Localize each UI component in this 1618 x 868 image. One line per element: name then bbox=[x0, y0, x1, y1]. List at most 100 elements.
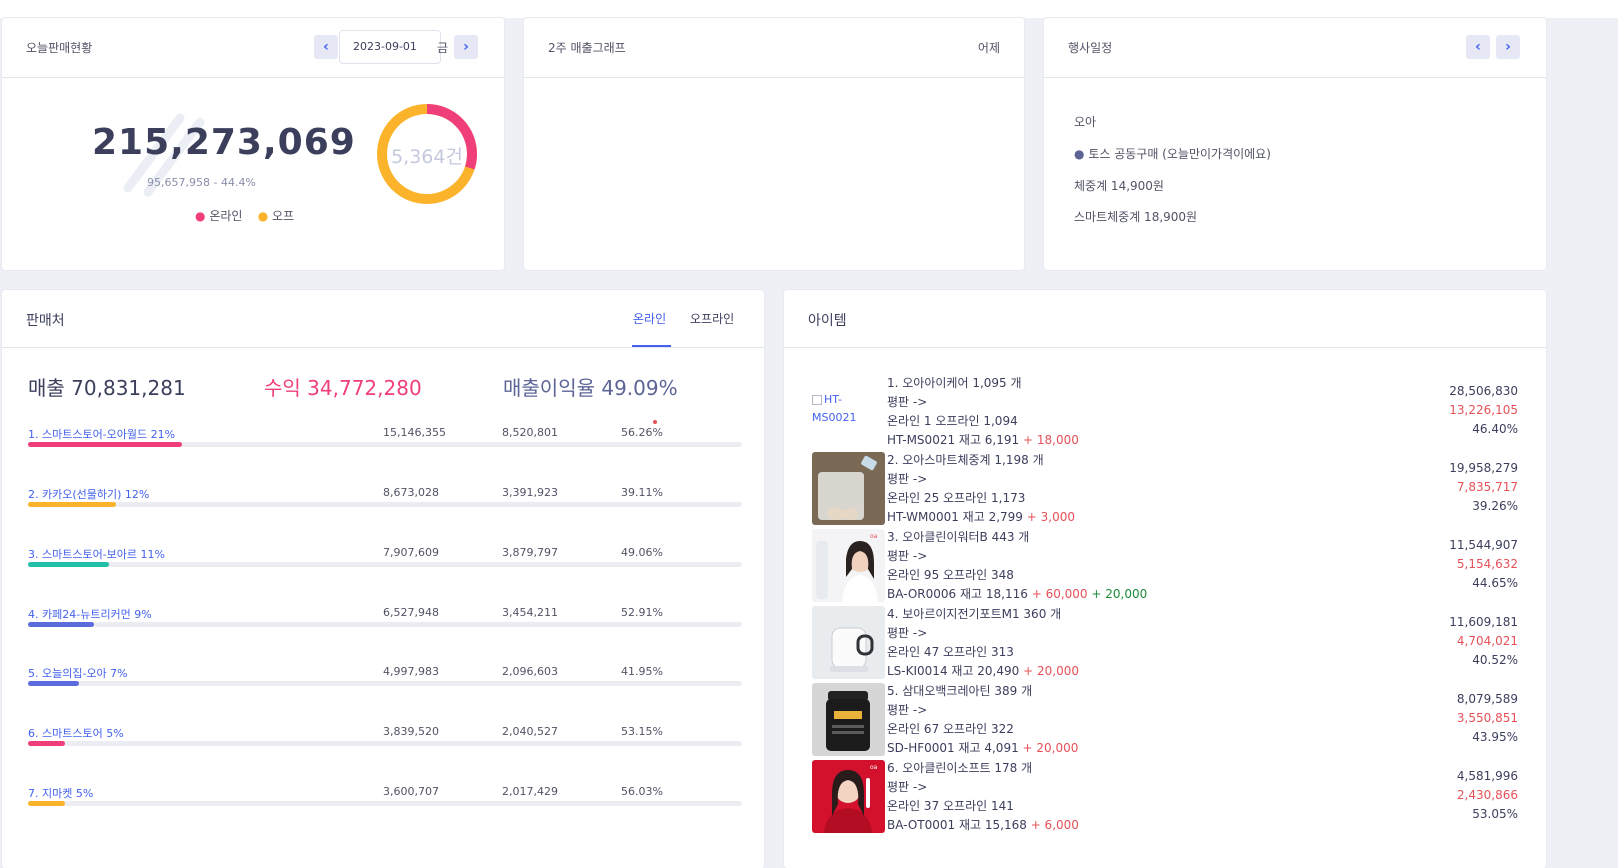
seller-share-fill bbox=[28, 622, 95, 627]
item-rate: 43.95% bbox=[1472, 730, 1518, 744]
event-title: ● 토스 공동구매 (오늘만이가격이에요) bbox=[1074, 145, 1271, 162]
sellers-card: 판매처 온라인 오프라인 매출 70,831,281 수익 34,772,280… bbox=[2, 290, 764, 868]
profit-summary: 수익 34,772,280 bbox=[264, 372, 422, 401]
seller-name[interactable]: 3. 스마트스토어-보아르 11% bbox=[28, 546, 165, 562]
item-title[interactable]: 6. 오아클린이소프트 178 개 bbox=[887, 759, 1032, 776]
item-stock-line: BA-OT0001 재고 15,168 + 6,000 bbox=[887, 816, 1079, 833]
item-sales: 8,079,589 bbox=[1456, 692, 1518, 706]
item-stock-line: SD-HF0001 재고 4,091 + 20,000 bbox=[887, 739, 1078, 756]
chevron-left-icon: ‹ bbox=[323, 39, 329, 55]
sales-value: 70,831,281 bbox=[71, 376, 186, 400]
seller-name[interactable]: 5. 오늘의집-오아 7% bbox=[28, 665, 128, 681]
item-sales: 11,544,907 bbox=[1449, 538, 1518, 552]
item-channels: 온라인 47 오프라인 313 bbox=[887, 645, 1014, 659]
item-title[interactable]: 1. 오아아이케어 1,095 개 bbox=[887, 374, 1022, 391]
seller-sales: 15,146,355 bbox=[383, 426, 446, 439]
seller-share-bar bbox=[28, 502, 742, 507]
sellers-header: 판매처 온라인 오프라인 bbox=[2, 290, 764, 348]
item-review-link[interactable]: 평판 -> bbox=[887, 547, 927, 564]
seller-profit: 3,879,797 bbox=[502, 546, 558, 559]
item-image-broken: HT-MS0021 bbox=[812, 391, 885, 431]
item-channels: 온라인 95 오프라인 348 bbox=[887, 568, 1014, 582]
two-week-graph-card: 2주 매출그래프 어제 bbox=[524, 18, 1024, 270]
today-sub-sales: 95,657,958 - 44.4% bbox=[147, 176, 256, 189]
item-stock-line: LS-KI0014 재고 20,490 + 20,000 bbox=[887, 662, 1079, 679]
item-incoming: + 3,000 bbox=[1026, 510, 1075, 524]
seller-rate: 56.03% bbox=[621, 785, 663, 798]
item-review-link[interactable]: 평판 -> bbox=[887, 470, 927, 487]
item-incoming: + 20,000 bbox=[1023, 664, 1079, 678]
item-review-link[interactable]: 평판 -> bbox=[887, 624, 927, 641]
seller-name[interactable]: 4. 카페24-뉴트리커먼 9% bbox=[28, 606, 152, 622]
legend-offline-label: 오프 bbox=[272, 209, 295, 223]
chevron-right-icon: › bbox=[1505, 39, 1511, 55]
top-bar bbox=[0, 0, 1618, 18]
yesterday-link[interactable]: 어제 bbox=[978, 39, 1000, 56]
item-incoming: + 6,000 bbox=[1030, 818, 1079, 832]
item-incoming: + 60,000 bbox=[1031, 587, 1088, 601]
sellers-title: 판매처 bbox=[26, 313, 65, 329]
item-title[interactable]: 3. 오아클린이워터B 443 개 bbox=[887, 528, 1029, 545]
legend-offline-dot: ● bbox=[257, 209, 269, 223]
event-item: 스마트체중계 18,900원 bbox=[1074, 210, 1198, 224]
seller-share-bar bbox=[28, 562, 742, 567]
item-title[interactable]: 2. 오아스마트체중계 1,198 개 bbox=[887, 451, 1044, 468]
margin-value: 49.09% bbox=[601, 376, 678, 400]
seller-share-bar bbox=[28, 801, 742, 806]
item-image bbox=[812, 606, 885, 679]
item-title[interactable]: 5. 삼대오백크레아틴 389 개 bbox=[887, 682, 1032, 699]
item-sales: 19,958,279 bbox=[1449, 461, 1518, 475]
item-profit: 7,835,717 bbox=[1456, 480, 1518, 494]
item-channels: 온라인 37 오프라인 141 bbox=[887, 799, 1014, 813]
seller-name[interactable]: 1. 스마트스토어-오아월드 21% bbox=[28, 426, 175, 442]
seller-rate: 49.06% bbox=[621, 546, 663, 559]
item-rate: 53.05% bbox=[1472, 807, 1518, 821]
item-profit: 3,550,851 bbox=[1456, 711, 1518, 725]
events-next-button[interactable]: › bbox=[1496, 35, 1520, 59]
event-title-text: 토스 공동구매 (오늘만이가격이에요) bbox=[1088, 147, 1271, 161]
seller-name[interactable]: 6. 스마트스토어 5% bbox=[28, 725, 124, 741]
item-rate: 39.26% bbox=[1472, 499, 1518, 513]
events-header: 행사일정 ‹ › bbox=[1044, 18, 1546, 78]
tab-online-underline bbox=[632, 345, 671, 347]
seller-profit: 3,391,923 bbox=[502, 486, 558, 499]
svg-text:oa: oa bbox=[870, 764, 878, 771]
seller-sales: 6,527,948 bbox=[383, 606, 439, 619]
item-review-link[interactable]: 평판 -> bbox=[887, 701, 927, 718]
seller-name[interactable]: 7. 지마켓 5% bbox=[28, 785, 93, 801]
prev-date-button[interactable]: ‹ bbox=[314, 35, 338, 59]
profit-value: 34,772,280 bbox=[307, 376, 422, 400]
next-date-button[interactable]: › bbox=[454, 35, 478, 59]
tab-offline[interactable]: 오프라인 bbox=[690, 310, 734, 327]
today-total-sales: 215,273,069 bbox=[92, 122, 356, 163]
legend-online-label: 온라인 bbox=[209, 209, 243, 223]
item-stock: HT-MS0021 재고 6,191 bbox=[887, 433, 1020, 447]
item-profit: 4,704,021 bbox=[1456, 634, 1518, 648]
item-stock: BA-OT0001 재고 15,168 bbox=[887, 818, 1027, 832]
events-prev-button[interactable]: ‹ bbox=[1466, 35, 1490, 59]
donut-center-label: 5,364건 bbox=[391, 146, 463, 168]
item-channels: 온라인 1 오프라인 1,094 bbox=[887, 414, 1018, 428]
events-card: 행사일정 ‹ › 오아 ● 토스 공동구매 (오늘만이가격이에요) 체중계 14… bbox=[1044, 18, 1546, 270]
seller-share-fill bbox=[28, 562, 109, 567]
seller-share-fill bbox=[28, 502, 117, 507]
sales-summary: 매출 70,831,281 bbox=[28, 372, 186, 401]
seller-share-fill bbox=[28, 442, 183, 447]
item-image: oa bbox=[812, 529, 885, 602]
date-input[interactable]: 2023-09-01 bbox=[339, 30, 441, 64]
item-sales: 28,506,830 bbox=[1449, 384, 1518, 398]
tab-online[interactable]: 온라인 bbox=[633, 310, 666, 327]
item-review-link[interactable]: 평판 -> bbox=[887, 393, 927, 410]
seller-name[interactable]: 2. 카카오(선물하기) 12% bbox=[28, 486, 149, 502]
margin-summary: 매출이익율 49.09% bbox=[503, 372, 678, 401]
item-review-link[interactable]: 평판 -> bbox=[887, 778, 927, 795]
graph-header: 2주 매출그래프 어제 bbox=[524, 18, 1024, 78]
item-stock-line: HT-MS0021 재고 6,191 + 18,000 bbox=[887, 431, 1079, 448]
item-title[interactable]: 4. 보아르이지전기포트M1 360 개 bbox=[887, 605, 1061, 622]
items-header: 아이템 bbox=[784, 290, 1546, 348]
seller-profit: 8,520,801 bbox=[502, 426, 558, 439]
seller-share-bar bbox=[28, 741, 742, 746]
seller-share-fill bbox=[28, 741, 65, 746]
item-image: oa bbox=[812, 760, 885, 833]
margin-label: 매출이익율 bbox=[503, 376, 595, 400]
